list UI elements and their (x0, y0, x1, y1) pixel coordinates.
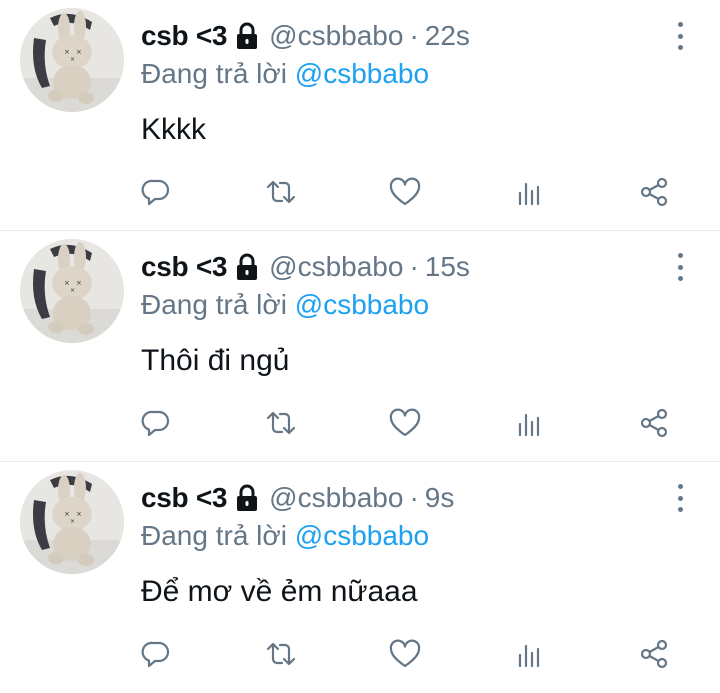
display-name[interactable]: csb <3 (141, 20, 227, 52)
mention-link[interactable]: @csbbabo (295, 289, 429, 320)
tweet-text: Kkkk (141, 113, 207, 146)
reply-icon (141, 641, 170, 668)
heart-icon (389, 639, 421, 668)
replying-to: Đang trả lời @csbbabo (141, 520, 429, 552)
avatar-bunny-image: × × × (20, 239, 124, 343)
heart-icon (389, 408, 421, 437)
retweet-button[interactable] (261, 403, 301, 443)
timestamp[interactable]: 9s (425, 482, 455, 514)
svg-text:×: × (64, 48, 70, 56)
tweet-header: csb <3 @csbbabo · 22s (141, 18, 660, 54)
like-button[interactable] (385, 634, 425, 674)
share-icon (640, 408, 668, 438)
user-handle[interactable]: @csbbabo (269, 20, 403, 52)
svg-text:×: × (64, 510, 70, 518)
timeline: × × × csb <3 @csbbabo · 22s Đang trả lời… (0, 0, 720, 693)
more-vertical-icon[interactable] (672, 22, 688, 50)
mention-link[interactable]: @csbbabo (295, 58, 429, 89)
like-button[interactable] (385, 403, 425, 443)
retweet-button[interactable] (261, 634, 301, 674)
share-button[interactable] (634, 172, 674, 212)
svg-text:×: × (70, 287, 75, 294)
analytics-button[interactable] (510, 634, 550, 674)
lock-icon (237, 484, 258, 511)
reply-icon (141, 179, 170, 206)
tweet[interactable]: × × × csb <3 @csbbabo · 22s Đang trả lời… (0, 0, 720, 231)
replying-prefix: Đang trả lời (141, 58, 287, 89)
avatar-bunny-image: × × × (20, 470, 124, 574)
tweet-actions (0, 172, 720, 212)
replying-to: Đang trả lời @csbbabo (141, 58, 429, 90)
analytics-icon (518, 182, 540, 206)
lock-icon (237, 22, 258, 49)
display-name[interactable]: csb <3 (141, 482, 227, 514)
retweet-icon (266, 642, 296, 666)
svg-text:×: × (76, 510, 82, 518)
share-button[interactable] (634, 634, 674, 674)
tweet-header: csb <3 @csbbabo · 15s (141, 249, 660, 285)
retweet-icon (266, 411, 296, 435)
svg-text:×: × (70, 518, 75, 525)
reply-button[interactable] (136, 634, 176, 674)
tweet[interactable]: × × × csb <3 @csbbabo · 15s Đang trả lời… (0, 231, 720, 462)
reply-icon (141, 410, 170, 437)
reply-button[interactable] (136, 172, 176, 212)
like-button[interactable] (385, 172, 425, 212)
tweet-text: Để mơ về ẻm nữaaa (141, 575, 418, 608)
mention-link[interactable]: @csbbabo (295, 520, 429, 551)
share-icon (640, 177, 668, 207)
reply-button[interactable] (136, 403, 176, 443)
timestamp[interactable]: 22s (425, 20, 470, 52)
user-handle[interactable]: @csbbabo (269, 251, 403, 283)
heart-icon (389, 177, 421, 206)
share-button[interactable] (634, 403, 674, 443)
display-name[interactable]: csb <3 (141, 251, 227, 283)
avatar[interactable]: × × × (20, 470, 124, 574)
svg-text:×: × (76, 48, 82, 56)
more-vertical-icon[interactable] (672, 253, 688, 281)
retweet-button[interactable] (261, 172, 301, 212)
lock-icon (237, 253, 258, 280)
tweet-header: csb <3 @csbbabo · 9s (141, 480, 660, 516)
svg-text:×: × (70, 56, 75, 63)
separator-dot: · (409, 20, 419, 51)
tweet-actions (0, 403, 720, 443)
replying-prefix: Đang trả lời (141, 289, 287, 320)
analytics-button[interactable] (510, 403, 550, 443)
tweet[interactable]: × × × csb <3 @csbbabo · 9s Đang trả lời (0, 462, 720, 693)
avatar[interactable]: × × × (20, 8, 124, 112)
more-vertical-icon[interactable] (672, 484, 688, 512)
share-icon (640, 639, 668, 669)
tweet-text: Thôi đi ngủ (141, 344, 290, 377)
replying-prefix: Đang trả lời (141, 520, 287, 551)
avatar[interactable]: × × × (20, 239, 124, 343)
svg-text:×: × (64, 279, 70, 287)
user-handle[interactable]: @csbbabo (269, 482, 403, 514)
analytics-icon (518, 644, 540, 668)
analytics-button[interactable] (510, 172, 550, 212)
timestamp[interactable]: 15s (425, 251, 470, 283)
tweet-actions (0, 634, 720, 674)
avatar-bunny-image: × × × (20, 8, 124, 112)
separator-dot: · (409, 251, 419, 282)
replying-to: Đang trả lời @csbbabo (141, 289, 429, 321)
analytics-icon (518, 413, 540, 437)
separator-dot: · (409, 482, 419, 513)
retweet-icon (266, 180, 296, 204)
svg-text:×: × (76, 279, 82, 287)
